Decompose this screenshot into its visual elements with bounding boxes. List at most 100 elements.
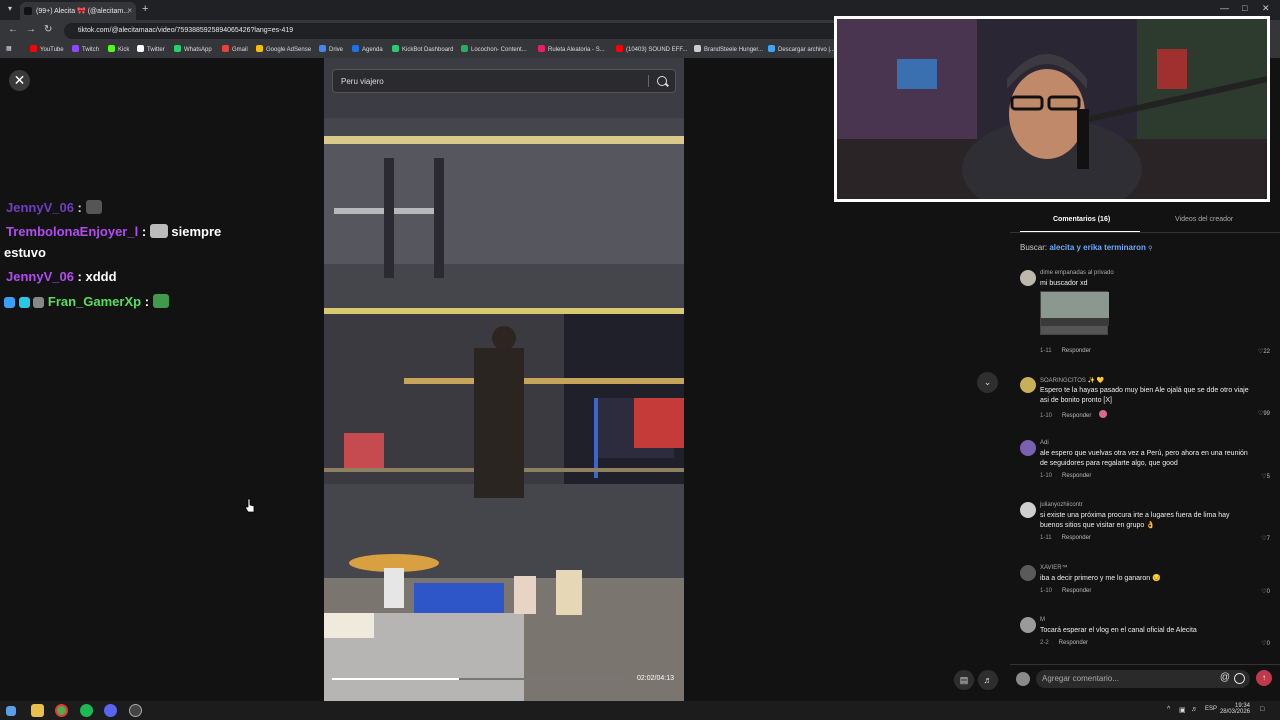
video-player[interactable] (324, 58, 684, 701)
reload-icon[interactable]: ↻ (44, 24, 52, 35)
drive-icon (319, 45, 326, 52)
reply-button[interactable]: Responder (1062, 348, 1091, 354)
avatar[interactable] (1020, 270, 1036, 286)
speaker-icon[interactable]: ♬ (1191, 706, 1198, 713)
avatar[interactable] (1020, 440, 1036, 456)
mention-icon[interactable]: @ (1220, 672, 1230, 683)
search-icon[interactable] (657, 76, 667, 86)
bookmark-kickbot[interactable]: KickBot Dashboard (392, 45, 453, 53)
like-button[interactable]: ♡0 (1261, 640, 1270, 647)
avatar[interactable] (1020, 502, 1036, 518)
comment-input[interactable]: Agregar comentario... @ (1036, 670, 1250, 688)
emoji-icon[interactable] (1234, 673, 1245, 684)
volume-icon[interactable]: ♬ (978, 670, 998, 690)
chrome-icon[interactable] (55, 704, 68, 717)
comment-meta: 1-11 Responder (1040, 348, 1091, 354)
like-button[interactable]: ♡7 (1261, 535, 1270, 542)
comment-date: 1-11 (1040, 535, 1052, 541)
apps-icon[interactable]: ▦ (6, 45, 12, 52)
chat-separator: : (141, 294, 150, 309)
windows-start-icon[interactable] (6, 706, 16, 716)
tray-chevron-icon[interactable]: ^ (1167, 706, 1170, 713)
discord-icon[interactable] (104, 704, 117, 717)
bookmark-adsense[interactable]: Google AdSense (256, 45, 311, 53)
comment-author[interactable]: XAVIER™ (1040, 565, 1068, 571)
comment-meta: 2-2 Responder (1040, 640, 1088, 646)
clock[interactable]: 19:34 28/03/2026 (1220, 703, 1250, 715)
locochon-icon (461, 45, 468, 52)
minimize-icon[interactable]: — (1220, 3, 1229, 13)
bookmark-locochon[interactable]: Locochon- Content... (461, 45, 527, 53)
search-suggestion[interactable]: Buscar: alecita y erika terminaron ⚲ (1020, 243, 1153, 252)
back-icon[interactable]: ← (8, 24, 18, 35)
notification-icon[interactable]: □ (1260, 706, 1264, 713)
tab-list-icon[interactable]: ▾ (4, 4, 16, 16)
comment-image[interactable] (1040, 291, 1109, 335)
bookmark-youtube[interactable]: YouTube (30, 45, 64, 53)
close-video-button[interactable]: ✕ (9, 70, 30, 91)
chat-username: JennyV_06 (6, 200, 74, 215)
file-explorer-icon[interactable] (31, 704, 44, 717)
bookmark-ruleta[interactable]: Ruleta Aleatoria - S... (538, 45, 605, 53)
tab-close-icon[interactable]: × (127, 6, 132, 15)
network-icon[interactable]: ▣ (1179, 706, 1186, 714)
bookmark-drive[interactable]: Drive (319, 45, 343, 53)
maximize-icon[interactable]: □ (1242, 3, 1247, 13)
forward-icon[interactable]: → (26, 24, 36, 35)
send-button[interactable]: ↑ (1256, 670, 1272, 686)
clipboard-icon[interactable]: ▤ (954, 670, 974, 690)
like-button[interactable]: ♡22 (1258, 348, 1270, 355)
reply-button[interactable]: Responder (1062, 588, 1091, 594)
bookmark-descargar[interactable]: Descargar archivo |... (768, 45, 835, 53)
comment-date: 2-2 (1040, 640, 1049, 646)
bookmark-whatsapp[interactable]: WhatsApp (174, 45, 212, 53)
like-button[interactable]: ♡5 (1261, 473, 1270, 480)
chevron-down-icon[interactable]: ⌄ (977, 372, 998, 393)
comment-author[interactable]: SOARINGCITOS ✨ 💛 (1040, 377, 1104, 384)
url-field[interactable]: tiktok.com/@alecitamaac/video/7593885925… (64, 23, 844, 39)
new-tab-button[interactable]: + (142, 3, 148, 15)
chat-username: JennyV_06 (6, 269, 74, 284)
bookmark-kick[interactable]: Kick (108, 45, 129, 53)
app-icon[interactable] (129, 704, 142, 717)
reply-button[interactable]: Responder (1062, 473, 1091, 479)
avatar[interactable] (1020, 377, 1036, 393)
comment-meta: 1-10 Responder (1040, 473, 1091, 479)
browser-tab-active[interactable]: (99+) Alecita 🎀 (@alecitam... × (20, 2, 136, 20)
reply-button[interactable]: Responder (1059, 640, 1088, 646)
like-button[interactable]: ♡99 (1258, 410, 1270, 417)
tab-comments[interactable]: Comentarios (16) (1053, 216, 1110, 223)
bookmark-agenda[interactable]: Agenda (352, 45, 383, 53)
bookmark-twitter[interactable]: Twitter (137, 45, 165, 53)
like-count: 0 (1266, 641, 1270, 647)
bookmark-sound-effects[interactable]: (10403) SOUND EFF... (616, 45, 687, 53)
search-label: Buscar: (1020, 243, 1048, 252)
whatsapp-icon (174, 45, 181, 52)
reply-button[interactable]: Responder (1062, 413, 1091, 419)
tab-creator-videos[interactable]: Videos del creador (1175, 216, 1233, 223)
comment-author[interactable]: M (1040, 617, 1045, 623)
spotify-icon[interactable] (80, 704, 93, 717)
comment-input-placeholder: Agregar comentario... (1042, 674, 1119, 683)
like-button[interactable]: ♡0 (1261, 588, 1270, 595)
video-search-input[interactable]: Peru viajero (332, 69, 676, 93)
like-count: 22 (1263, 349, 1270, 355)
comment-author[interactable]: dime empanadas al privado (1040, 270, 1114, 276)
avatar[interactable] (1020, 617, 1036, 633)
avatar[interactable] (1020, 565, 1036, 581)
search-suggestion-query[interactable]: alecita y erika terminaron (1049, 243, 1146, 252)
comment-author[interactable]: Adi (1040, 440, 1049, 446)
like-count: 7 (1266, 536, 1270, 542)
panel-tabs: Comentarios (16) Videos del creador (1010, 208, 1280, 234)
comment-author[interactable]: julianyozhiicontr (1040, 502, 1083, 508)
video-progress-bar[interactable] (332, 678, 628, 680)
bookmark-gmail[interactable]: Gmail (222, 45, 248, 53)
bookmark-brandsteele[interactable]: BrandSteele Hunger... (694, 45, 763, 53)
comment-item: SOARINGCITOS ✨ 💛 Espero te la hayas pasa… (1020, 377, 1270, 422)
bookmark-twitch[interactable]: Twitch (72, 45, 99, 53)
clock-date: 28/03/2026 (1219, 709, 1250, 715)
reply-button[interactable]: Responder (1062, 535, 1091, 541)
close-window-icon[interactable]: ✕ (1262, 3, 1270, 14)
language-indicator[interactable]: ESP (1205, 706, 1217, 712)
comment-item: dime empanadas al privado mi buscador xd… (1020, 270, 1270, 360)
